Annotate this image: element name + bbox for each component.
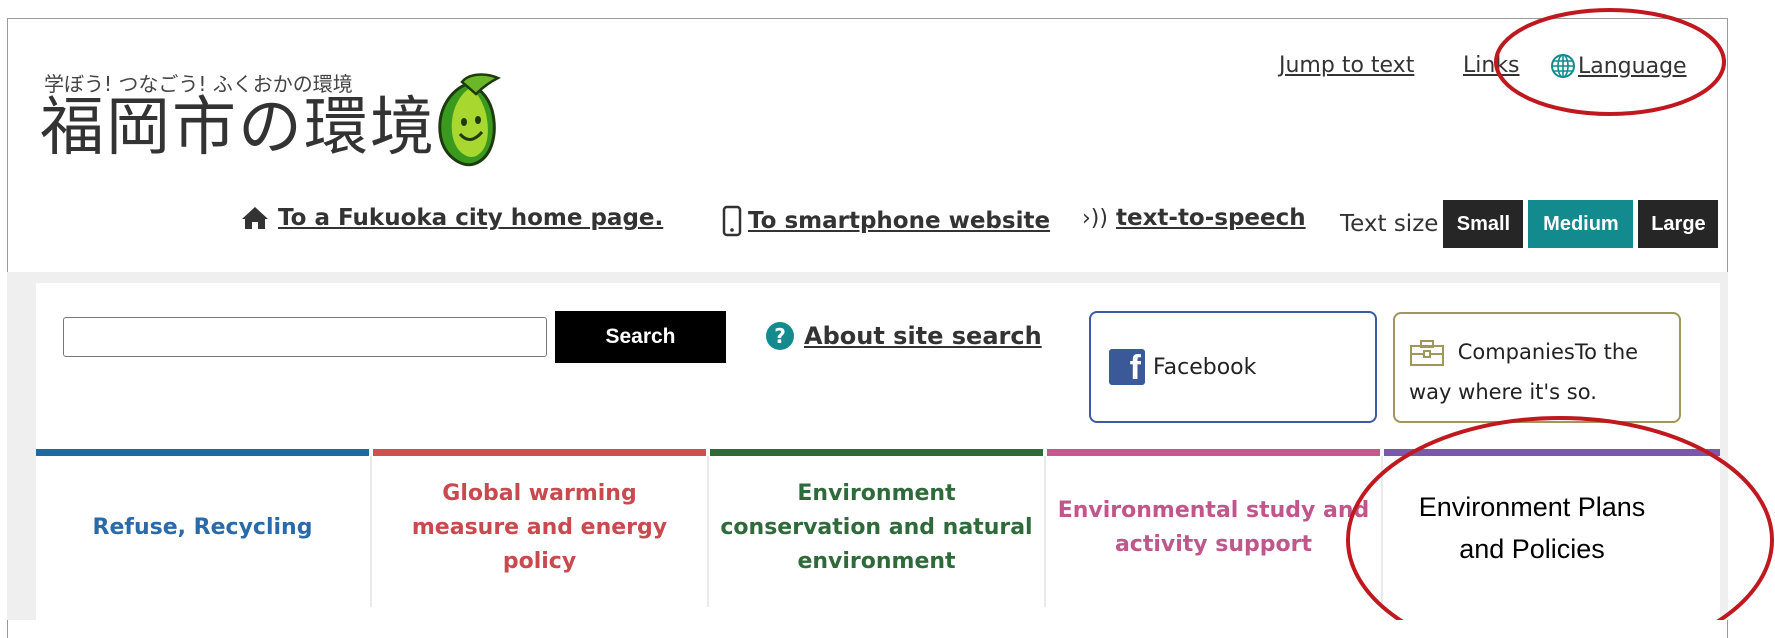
- about-site-search-label: About site search: [804, 322, 1042, 350]
- search-button[interactable]: Search: [555, 311, 726, 363]
- text-to-speech-label: text-to-speech: [1115, 205, 1306, 231]
- text-size-control: Text size Small Medium Large: [1340, 200, 1719, 248]
- category-environmental-study-label: Environmental study and activity support: [1057, 498, 1370, 557]
- language-label: Language: [1578, 53, 1687, 79]
- category-divider: [707, 456, 709, 607]
- jump-to-text-link[interactable]: Jump to text: [1279, 53, 1414, 78]
- links-link[interactable]: Links: [1463, 53, 1520, 78]
- text-to-speech-link[interactable]: ›)) text-to-speech: [1082, 205, 1306, 231]
- facebook-label: Facebook: [1153, 354, 1257, 380]
- site-title[interactable]: 福岡市の環境: [40, 96, 436, 160]
- language-link[interactable]: Language: [1550, 53, 1687, 79]
- help-icon: ?: [766, 322, 794, 350]
- category-environmental-study[interactable]: Environmental study and activity support: [1047, 449, 1380, 607]
- facebook-icon: f: [1109, 349, 1145, 385]
- home-page-label: To a Fukuoka city home page.: [278, 205, 664, 231]
- text-size-medium-button[interactable]: Medium: [1528, 200, 1634, 248]
- category-global-warming[interactable]: Global warming measure and energy policy: [373, 449, 706, 607]
- smartphone-icon: [722, 205, 748, 237]
- house-icon: [240, 205, 278, 231]
- briefcase-icon: [1409, 340, 1458, 366]
- home-page-link[interactable]: To a Fukuoka city home page.: [240, 205, 663, 231]
- about-site-search-link[interactable]: ? About site search: [766, 322, 1042, 350]
- leaf-mascot-logo[interactable]: [432, 72, 502, 176]
- category-environment-conservation[interactable]: Environment conservation and natural env…: [710, 449, 1043, 607]
- text-size-small-button[interactable]: Small: [1443, 200, 1524, 248]
- category-refuse-recycling[interactable]: Refuse, Recycling: [36, 449, 369, 607]
- companies-banner[interactable]: CompaniesTo the way where it's so.: [1393, 312, 1681, 423]
- sound-waves-icon: ›)): [1082, 205, 1108, 231]
- category-global-warming-label: Global warming measure and energy policy: [411, 481, 668, 574]
- category-divider: [1381, 456, 1383, 607]
- category-environment-conservation-label: Environment conservation and natural env…: [720, 481, 1033, 574]
- category-environment-plans-label: Environment Plans and Policies: [1418, 492, 1646, 564]
- facebook-banner[interactable]: f Facebook: [1089, 311, 1377, 423]
- category-divider: [1044, 456, 1046, 607]
- smartphone-website-label: To smartphone website: [748, 208, 1051, 234]
- globe-icon: [1550, 53, 1576, 79]
- search-input[interactable]: [63, 317, 547, 357]
- category-environment-plans-policies[interactable]: Environment Plans and Policies: [1384, 449, 1720, 607]
- text-size-large-button[interactable]: Large: [1638, 200, 1719, 248]
- text-size-label: Text size: [1340, 211, 1439, 237]
- smartphone-website-link[interactable]: To smartphone website: [722, 205, 1050, 237]
- category-divider: [370, 456, 372, 607]
